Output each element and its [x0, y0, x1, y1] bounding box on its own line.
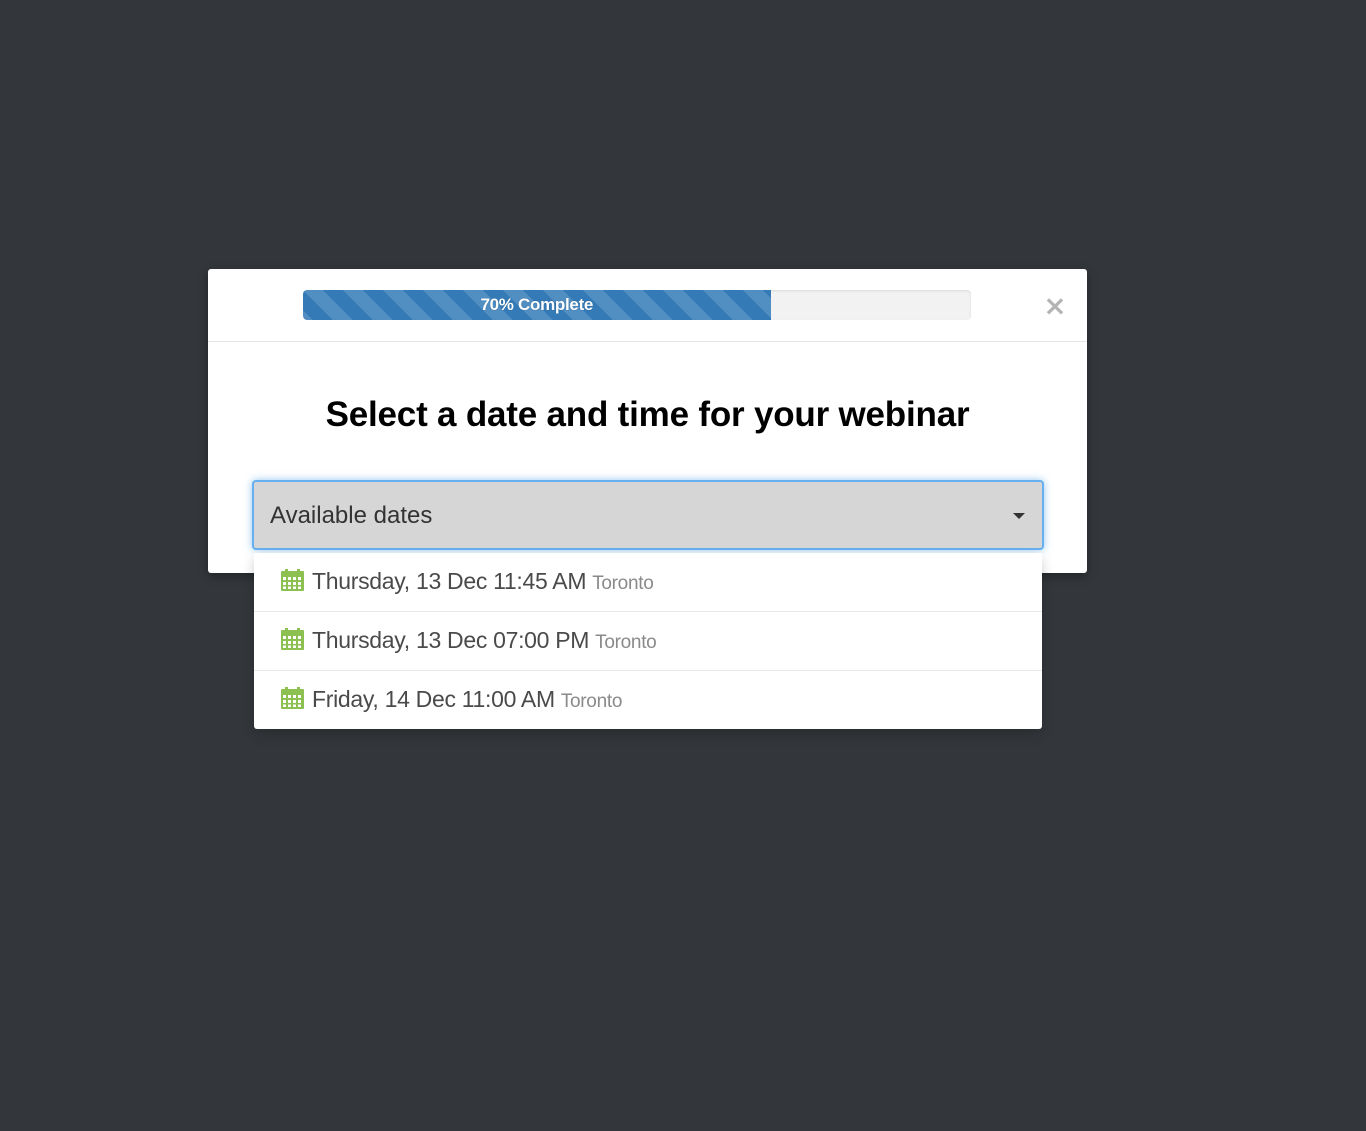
dates-dropdown-menu: Thursday, 13 Dec 11:45 AM Toronto Thursda…	[254, 553, 1042, 729]
date-option[interactable]: Thursday, 13 Dec 07:00 PM Toronto	[254, 612, 1042, 671]
option-date: Friday, 14 Dec 11:00 AM	[312, 686, 555, 712]
option-city: Toronto	[595, 632, 657, 653]
progress-label: 70% Complete	[480, 295, 594, 314]
select-label: Available dates	[270, 502, 433, 529]
progress-bar-track: 70% Complete	[303, 290, 971, 320]
option-city: Toronto	[560, 691, 623, 712]
modal-header: 70% Complete ×	[208, 269, 1087, 342]
caret-down-icon	[1013, 513, 1025, 519]
calendar-icon	[281, 687, 304, 709]
date-option[interactable]: Thursday, 13 Dec 11:45 AM Toronto	[254, 553, 1042, 612]
option-date: Thursday, 13 Dec 07:00 PM	[312, 627, 590, 653]
option-date: Thursday, 13 Dec 11:45 AM	[312, 568, 587, 594]
available-dates-select[interactable]: Available dates	[252, 480, 1044, 550]
calendar-icon	[281, 569, 304, 591]
page-title: Select a date and time for your webinar	[325, 395, 970, 434]
date-option[interactable]: Friday, 14 Dec 11:00 AM Toronto	[254, 671, 1042, 730]
close-button[interactable]: ×	[1043, 291, 1067, 321]
progress-bar-fill: 70% Complete	[303, 290, 771, 320]
calendar-icon	[281, 628, 304, 650]
option-city: Toronto	[592, 573, 654, 594]
webinar-modal: 70% Complete × Select a date and time fo…	[208, 269, 1087, 573]
